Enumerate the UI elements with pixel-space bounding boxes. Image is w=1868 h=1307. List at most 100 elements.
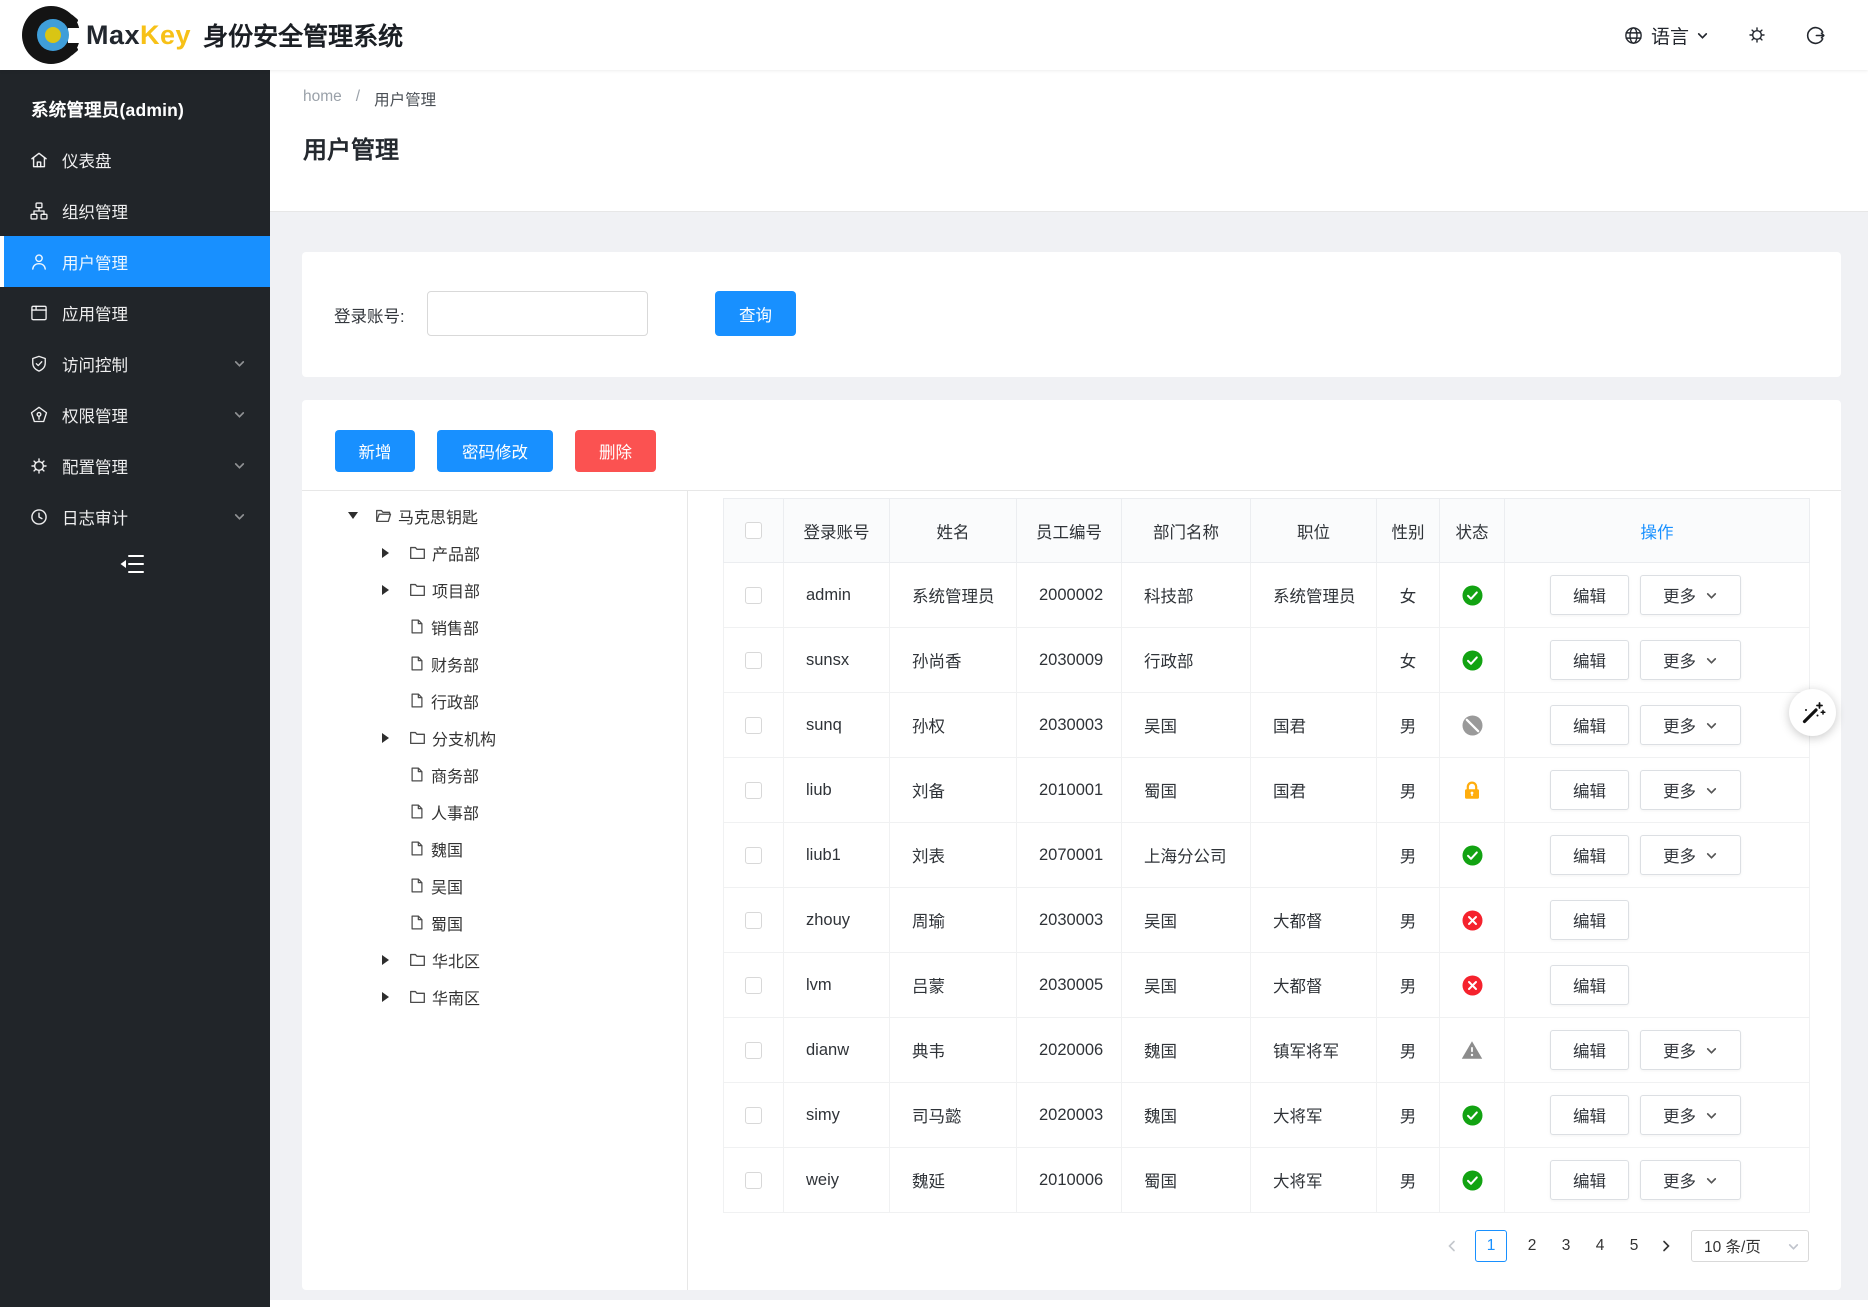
sidebar-item-organizations[interactable]: 组织管理 [0,185,270,236]
folder-icon [409,988,426,1005]
row-checkbox[interactable] [745,1172,762,1189]
caret-right-icon[interactable] [382,585,389,595]
tree-node-label: 魏国 [431,837,463,861]
position-cell: 国君 [1251,758,1377,823]
tree-node[interactable]: 财务部 [302,645,687,682]
row-checkbox[interactable] [745,1107,762,1124]
edit-button[interactable]: 编辑 [1550,770,1629,810]
login-account-input[interactable] [427,291,648,336]
column-header: 登录账号 [784,499,890,563]
edit-button[interactable]: 编辑 [1550,575,1629,615]
breadcrumb-home-link[interactable]: home [303,88,342,110]
tree-node[interactable]: 项目部 [302,571,687,608]
tree-node[interactable]: 华北区 [302,941,687,978]
tree-node[interactable]: 分支机构 [302,719,687,756]
caret-right-icon[interactable] [382,955,389,965]
caret-right-icon[interactable] [382,733,389,743]
edit-button[interactable]: 编辑 [1550,1095,1629,1135]
tree-node[interactable]: 魏国 [302,830,687,867]
language-menu[interactable]: 语言 [1623,22,1709,49]
select-all-checkbox[interactable] [745,522,762,539]
page-size-select[interactable]: 10 条/页 [1691,1230,1809,1262]
tree-node[interactable]: 蜀国 [302,904,687,941]
department-cell: 上海分公司 [1122,823,1251,888]
sidebar-item-config[interactable]: 配置管理 [0,440,270,491]
sidebar-collapse-button[interactable] [118,552,146,576]
tree-node-label: 人事部 [431,800,479,824]
next-page-button[interactable] [1659,1239,1673,1253]
file-icon [409,655,425,672]
page-1-button[interactable]: 1 [1475,1230,1507,1262]
tree-node[interactable]: 产品部 [302,534,687,571]
row-checkbox[interactable] [745,1042,762,1059]
breadcrumb-separator: / [356,88,360,110]
tree-node[interactable]: 销售部 [302,608,687,645]
file-icon [409,803,425,820]
login-cell: simy [784,1083,890,1148]
status-cell [1440,888,1505,953]
row-checkbox[interactable] [745,717,762,734]
page-5-button[interactable]: 5 [1625,1237,1643,1255]
tree-node[interactable]: 行政部 [302,682,687,719]
sidebar-item-permissions[interactable]: 权限管理 [0,389,270,440]
edit-button[interactable]: 编辑 [1550,900,1629,940]
more-button[interactable]: 更多 [1640,640,1741,680]
edit-button[interactable]: 编辑 [1550,835,1629,875]
brand-max: Max [86,20,140,51]
status-deleted-icon [1462,975,1483,996]
status-cell [1440,1148,1505,1213]
row-checkbox[interactable] [745,782,762,799]
row-checkbox[interactable] [745,912,762,929]
checkbox-cell [724,1148,784,1213]
tree-node[interactable]: 华南区 [302,978,687,1015]
department-cell: 魏国 [1122,1083,1251,1148]
name-cell: 刘备 [890,758,1017,823]
edit-button[interactable]: 编辑 [1550,640,1629,680]
edit-button[interactable]: 编辑 [1550,1030,1629,1070]
row-checkbox[interactable] [745,587,762,604]
sidebar-item-audit[interactable]: 日志审计 [0,491,270,542]
edit-button[interactable]: 编辑 [1550,965,1629,1005]
query-button[interactable]: 查询 [715,291,796,336]
tree-node[interactable]: 人事部 [302,793,687,830]
page-4-button[interactable]: 4 [1591,1237,1609,1255]
sidebar-item-applications[interactable]: 应用管理 [0,287,270,338]
more-button[interactable]: 更多 [1640,1160,1741,1200]
logout-icon[interactable] [1805,25,1826,46]
row-checkbox[interactable] [745,977,762,994]
page-3-button[interactable]: 3 [1557,1237,1575,1255]
sidebar-item-users[interactable]: 用户管理 [0,236,270,287]
row-checkbox[interactable] [745,652,762,669]
settings-gear-icon[interactable] [1747,25,1767,45]
position-cell: 镇军将军 [1251,1018,1377,1083]
tree-node[interactable]: 吴国 [302,867,687,904]
caret-right-icon[interactable] [382,992,389,1002]
status-cell [1440,693,1505,758]
more-button[interactable]: 更多 [1640,770,1741,810]
sidebar-item-access-control[interactable]: 访问控制 [0,338,270,389]
more-button[interactable]: 更多 [1640,1095,1741,1135]
edit-button[interactable]: 编辑 [1550,705,1629,745]
chevron-down-icon [233,459,246,472]
change-password-button[interactable]: 密码修改 [437,430,553,472]
more-button[interactable]: 更多 [1640,835,1741,875]
tree-node-root[interactable]: 马克思钥匙 [302,497,687,534]
position-cell: 大都督 [1251,888,1377,953]
delete-button[interactable]: 删除 [575,430,656,472]
more-button[interactable]: 更多 [1640,575,1741,615]
page-2-button[interactable]: 2 [1523,1237,1541,1255]
chevron-down-icon [1705,654,1718,667]
tree-node[interactable]: 商务部 [302,756,687,793]
sidebar-item-dashboard[interactable]: 仪表盘 [0,134,270,185]
add-button[interactable]: 新增 [335,430,415,472]
edit-button[interactable]: 编辑 [1550,1160,1629,1200]
prev-page-button[interactable] [1445,1239,1459,1253]
table-row: sunq 孙权 2030003 吴国 国君 男 编辑 更多 [724,693,1810,758]
caret-down-icon[interactable] [348,512,358,519]
more-button[interactable]: 更多 [1640,705,1741,745]
magic-wand-overlay[interactable] [1789,689,1836,736]
employee-no-cell: 2000002 [1017,563,1122,628]
more-button[interactable]: 更多 [1640,1030,1741,1070]
row-checkbox[interactable] [745,847,762,864]
caret-right-icon[interactable] [382,548,389,558]
